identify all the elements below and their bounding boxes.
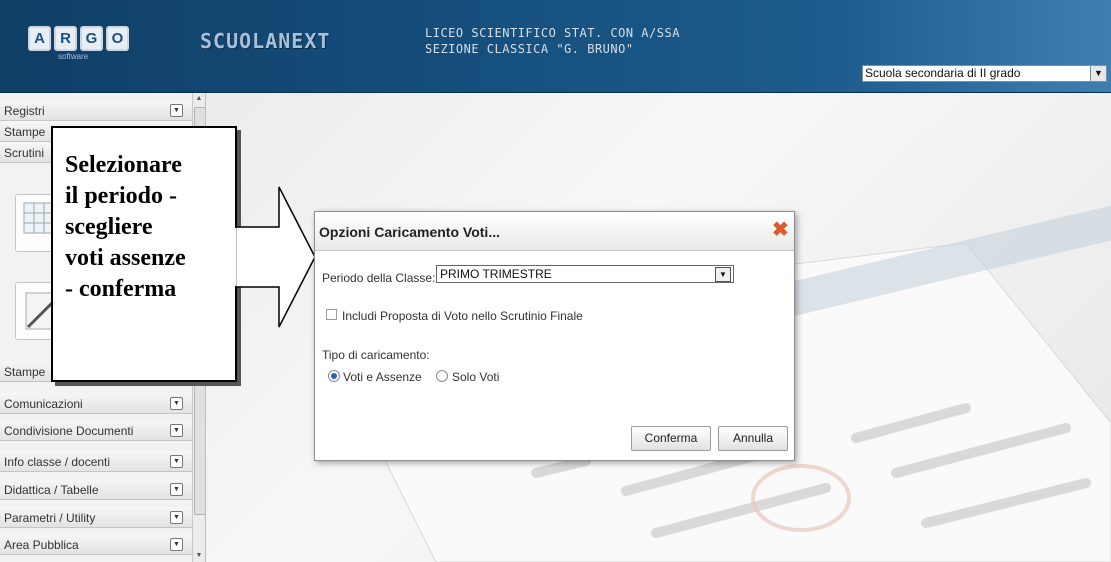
radio-voti-assenze-label[interactable]: Voti e Assenze (343, 370, 422, 384)
app-header: A R G O software SCUOLANEXT LICEO SCIENT… (0, 0, 1111, 93)
period-select-value: PRIMO TRIMESTRE (440, 267, 552, 281)
period-label: Periodo della Classe: (322, 271, 436, 285)
sidebar-item-registri[interactable]: Registri ▼ (0, 100, 192, 121)
sidebar-item-label: Stampe (4, 365, 46, 379)
app-name: SCUOLANEXT (200, 29, 331, 53)
sidebar-item-area-pubblica[interactable]: Area Pubblica ▼ (0, 534, 192, 555)
sidebar-item-label: Condivisione Documenti (4, 424, 134, 438)
argo-logo: A R G O (28, 26, 129, 51)
sidebar-item-didattica[interactable]: Didattica / Tabelle ▼ (0, 479, 192, 500)
school-level-value: Scuola secondaria di II grado (865, 66, 1021, 80)
include-proposal-checkbox[interactable] (326, 309, 337, 320)
collapse-toggle-icon[interactable]: ▼ (170, 511, 183, 524)
sidebar-item-parametri[interactable]: Parametri / Utility ▼ (0, 507, 192, 528)
sidebar-item-label: Area Pubblica (4, 538, 79, 552)
collapse-toggle-icon[interactable]: ▼ (170, 483, 183, 496)
scroll-up-icon[interactable]: ▲ (193, 93, 205, 105)
logo-letter: O (106, 26, 129, 51)
school-level-select[interactable]: Scuola secondaria di II grado ▼ (862, 65, 1107, 82)
sidebar-item-label: Didattica / Tabelle (4, 483, 99, 497)
callout-arrow-icon (235, 186, 316, 328)
chevron-down-icon[interactable]: ▼ (1090, 66, 1106, 81)
radio-solo-voti[interactable] (436, 370, 448, 382)
logo-letter: R (54, 26, 77, 51)
sidebar-item-label: Registri (4, 104, 45, 118)
dialog-titlebar[interactable]: Opzioni Caricamento Voti... ✖ (315, 212, 794, 251)
collapse-toggle-icon[interactable]: ▼ (170, 455, 183, 468)
load-type-label: Tipo di caricamento: (322, 348, 430, 362)
instruction-callout: Selezionare il periodo - scegliere voti … (51, 126, 237, 382)
sidebar-item-comunicazioni[interactable]: Comunicazioni ▼ (0, 393, 192, 414)
sidebar-item-label: Info classe / docenti (4, 455, 111, 469)
dialog-title: Opzioni Caricamento Voti... (319, 224, 500, 240)
logo-letter: A (28, 26, 51, 51)
collapse-toggle-icon[interactable]: ▼ (170, 424, 183, 437)
logo-letter: G (80, 26, 103, 51)
sidebar-item-info-classe[interactable]: Info classe / docenti ▼ (0, 451, 192, 472)
sidebar-item-label: Comunicazioni (4, 397, 83, 411)
logo-subtitle: software (58, 52, 89, 61)
cancel-button[interactable]: Annulla (718, 426, 788, 451)
collapse-toggle-icon[interactable]: ▼ (170, 104, 183, 117)
sidebar-item-label: Stampe (4, 125, 46, 139)
collapse-toggle-icon[interactable]: ▼ (170, 538, 183, 551)
load-grades-dialog: Opzioni Caricamento Voti... ✖ Periodo de… (314, 211, 795, 461)
collapse-toggle-icon[interactable]: ▼ (170, 397, 183, 410)
school-name: LICEO SCIENTIFICO STAT. CON A/SSA (425, 26, 680, 40)
scroll-down-icon[interactable]: ▼ (193, 550, 205, 562)
sidebar-item-label: Parametri / Utility (4, 511, 96, 525)
period-select[interactable]: PRIMO TRIMESTRE ▼ (436, 265, 734, 283)
sidebar-item-label: Scrutini (4, 146, 45, 160)
sidebar-item-condivisione-documenti[interactable]: Condivisione Documenti ▼ (0, 420, 192, 441)
close-icon[interactable]: ✖ (772, 220, 789, 240)
radio-solo-voti-label[interactable]: Solo Voti (452, 370, 499, 384)
callout-text: Selezionare il periodo - scegliere voti … (65, 152, 186, 302)
school-section: SEZIONE CLASSICA "G. BRUNO" (425, 42, 634, 56)
include-proposal-label[interactable]: Includi Proposta di Voto nello Scrutinio… (342, 309, 583, 323)
chevron-down-icon[interactable]: ▼ (715, 267, 731, 282)
confirm-button[interactable]: Conferma (631, 426, 711, 451)
radio-voti-assenze[interactable] (328, 370, 340, 382)
